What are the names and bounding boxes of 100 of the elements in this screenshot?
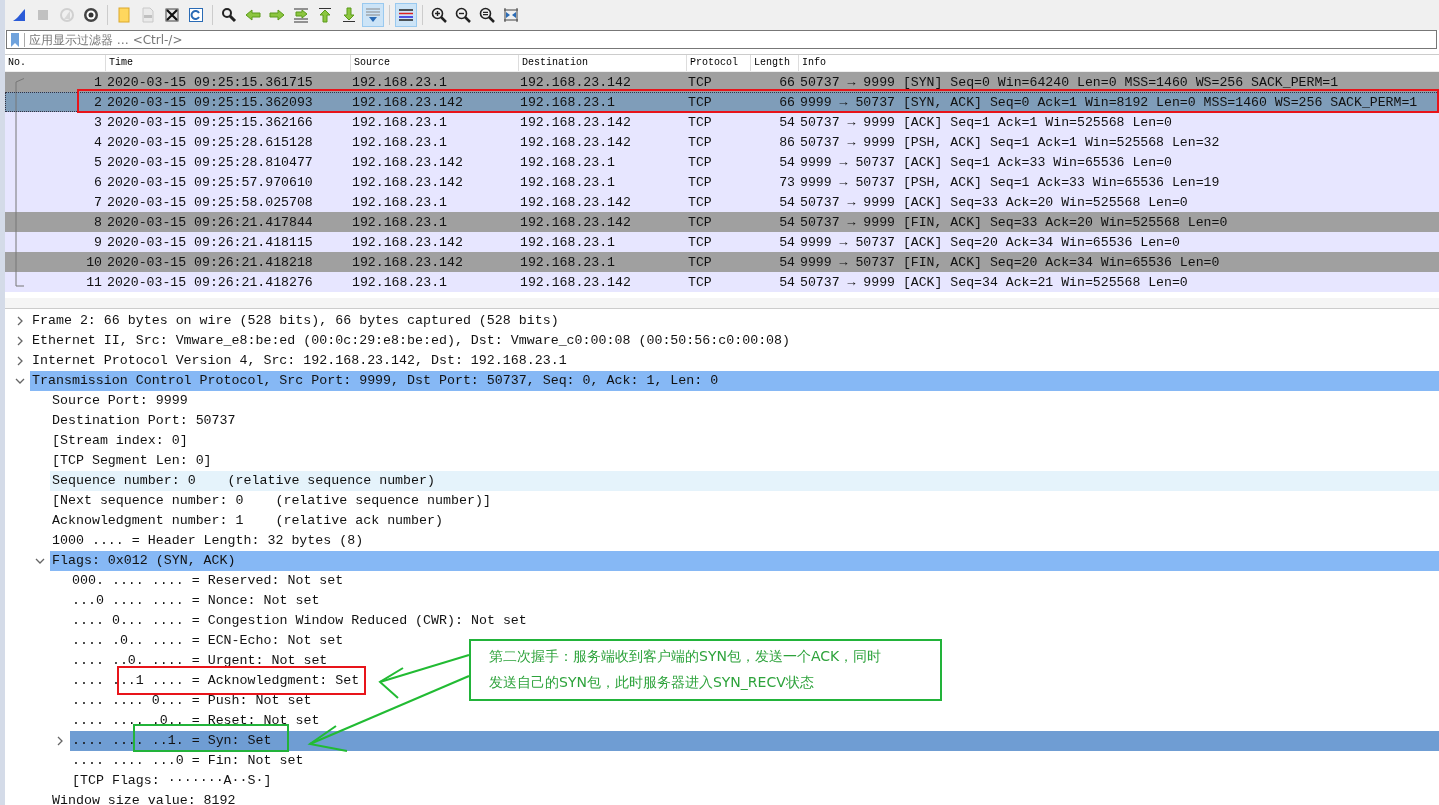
table-cell-text: TCP: [687, 74, 713, 90]
column-header[interactable]: Info: [798, 55, 1439, 71]
colored-lines-icon: [398, 7, 414, 23]
table-cell-text: 192.168.23.142: [519, 134, 632, 150]
column-header[interactable]: Source: [350, 55, 518, 71]
column-header[interactable]: Time: [105, 55, 350, 71]
table-cell-text: TCP: [687, 214, 713, 230]
table-cell-text: 54: [778, 114, 796, 130]
table-cell-text: 192.168.23.142: [351, 254, 464, 270]
table-cell-text: 8: [93, 214, 103, 230]
tree-item[interactable]: Frame 2: 66 bytes on wire (528 bits), 66 bytes captured (528 bits): [30, 311, 559, 331]
file-icon: [140, 7, 156, 23]
tree-item[interactable]: Destination Port: 50737: [50, 411, 236, 431]
chevron-icon[interactable]: [15, 316, 25, 326]
tree-item[interactable]: Transmission Control Protocol, Src Port: 9999, Dst Port: 50737, Seq: 0, Ack: 1, Len: 0: [30, 371, 1439, 391]
table-cell-text: 1: [93, 74, 103, 90]
table-cell-text: 54: [778, 214, 796, 230]
tree-item[interactable]: Window size value: 8192: [50, 791, 236, 805]
up-arrow-icon: [317, 7, 333, 23]
tree-item[interactable]: Internet Protocol Version 4, Src: 192.168.23.142, Dst: 192.168.23.1: [30, 351, 567, 371]
tree-item[interactable]: .... .... ...0 = Fin: Not set: [70, 751, 304, 771]
table-cell-text: 9: [93, 234, 103, 250]
table-cell-text: 192.168.23.142: [519, 74, 632, 90]
table-cell-text: 9999 → 50737 [ACK] Seq=20 Ack=34 Win=65536 Len=0: [799, 234, 1181, 250]
tree-item[interactable]: .... 0... .... = Congestion Window Reduced (CWR): Not set: [70, 611, 527, 631]
table-cell-text: TCP: [687, 274, 713, 290]
table-cell-text: 192.168.23.1: [519, 254, 616, 270]
tree-item[interactable]: .... ..0. .... = Urgent: Not set: [70, 651, 328, 671]
table-cell-text: 11: [85, 274, 103, 290]
tree-item[interactable]: [TCP Segment Len: 0]: [50, 451, 212, 471]
tree-item[interactable]: .... .... 0... = Push: Not set: [70, 691, 312, 711]
packet-row[interactable]: 7 2020-03-15 09:25:58.025708 192.168.23.1 192.168.23.142 TCP 54 50737 → 9999 [ACK] Seq=33 Ack=20 Win=525568 Len=0: [5, 192, 1439, 212]
packet-row[interactable]: 9 2020-03-15 09:26:21.418115 192.168.23.142 192.168.23.1 TCP 54 9999 → 50737 [ACK] Seq=20 Ack=34 Win=65536 Len=0: [5, 232, 1439, 252]
tree-item[interactable]: Acknowledgment number: 1 (relative ack number): [50, 511, 443, 531]
table-cell-text: TCP: [687, 194, 713, 210]
chevron-icon[interactable]: [55, 736, 65, 746]
packet-row[interactable]: 10 2020-03-15 09:26:21.418218 192.168.23.142 192.168.23.1 TCP 54 9999 → 50737 [FIN, ACK] Seq=20 Ack=34 Win=65536 Len=0: [5, 252, 1439, 272]
tree-item[interactable]: [Stream index: 0]: [50, 431, 188, 451]
chevron-icon[interactable]: [15, 376, 25, 386]
left-arrow-icon: [245, 7, 261, 23]
chevron-icon[interactable]: [15, 336, 25, 346]
tree-item[interactable]: .... .... ..1. = Syn: Set: [70, 731, 1439, 751]
table-cell-text: 192.168.23.142: [519, 214, 632, 230]
packet-row[interactable]: 5 2020-03-15 09:25:28.810477 192.168.23.142 192.168.23.1 TCP 54 9999 → 50737 [ACK] Seq=1 Ack=33 Win=65536 Len=0: [5, 152, 1439, 172]
table-cell-text: 192.168.23.142: [519, 194, 632, 210]
table-cell-text: 192.168.23.1: [519, 94, 616, 110]
packet-row[interactable]: 11 2020-03-15 09:26:21.418276 192.168.23.1 192.168.23.142 TCP 54 50737 → 9999 [ACK] Seq=34 Ack=21 Win=525568 Len=0: [5, 272, 1439, 292]
table-cell-text: 2020-03-15 09:25:28.615128: [106, 134, 314, 150]
stop-icon: [35, 7, 51, 23]
table-cell-text: 192.168.23.1: [351, 194, 448, 210]
chevron-icon[interactable]: [35, 556, 45, 566]
chevron-icon[interactable]: [15, 356, 25, 366]
table-cell-text: 6: [93, 174, 103, 190]
table-cell-text: 9999 → 50737 [SYN, ACK] Seq=0 Ack=1 Win=8192 Len=0 MSS=1460 WS=256 SACK_PERM=1: [799, 94, 1419, 110]
close-file-icon: [164, 7, 180, 23]
tree-item[interactable]: Ethernet II, Src: Vmware_e8:be:ed (00:0c:29:e8:be:ed), Dst: Vmware_c0:00:08 (00:50:56:c0:00:08): [30, 331, 791, 351]
tree-item[interactable]: [TCP Flags: ·······A··S·]: [70, 771, 272, 791]
packet-row[interactable]: 3 2020-03-15 09:25:15.362166 192.168.23.1 192.168.23.142 TCP 54 50737 → 9999 [ACK] Seq=1 Ack=1 Win=525568 Len=0: [5, 112, 1439, 132]
packet-row[interactable]: 4 2020-03-15 09:25:28.615128 192.168.23.1 192.168.23.142 TCP 86 50737 → 9999 [PSH, ACK] Seq=1 Ack=1 Win=525568 Len=32: [5, 132, 1439, 152]
packet-row[interactable]: 8 2020-03-15 09:26:21.417844 192.168.23.1 192.168.23.142 TCP 54 50737 → 9999 [FIN, ACK] Seq=33 Ack=20 Win=525568 Len=0: [5, 212, 1439, 232]
tree-item[interactable]: Source Port: 9999: [50, 391, 188, 411]
tree-item[interactable]: .... .... .0.. = Reset: Not set: [70, 711, 320, 731]
table-cell-text: 3: [93, 114, 103, 130]
colored-lines-button[interactable]: [395, 3, 417, 27]
column-header[interactable]: Length: [750, 55, 798, 71]
table-cell-text: 2020-03-15 09:26:21.418276: [106, 274, 314, 290]
tree-item[interactable]: [Next sequence number: 0 (relative sequence number)]: [50, 491, 491, 511]
autoscroll-icon: [365, 7, 381, 23]
table-cell-text: TCP: [687, 174, 713, 190]
table-cell-text: 66: [778, 74, 796, 90]
table-cell-text: 54: [778, 234, 796, 250]
tree-item[interactable]: ...0 .... .... = Nonce: Not set: [70, 591, 320, 611]
column-header[interactable]: No.: [5, 55, 105, 71]
column-header[interactable]: Destination: [518, 55, 686, 71]
table-cell-text: TCP: [687, 154, 713, 170]
folder-icon: [116, 7, 132, 23]
packet-row[interactable]: 6 2020-03-15 09:25:57.970610 192.168.23.142 192.168.23.1 TCP 73 9999 → 50737 [PSH, ACK] Seq=1 Ack=33 Win=65536 Len=19: [5, 172, 1439, 192]
tree-item[interactable]: Sequence number: 0 (relative sequence number): [50, 471, 1439, 491]
display-filter-field[interactable]: 应用显示过滤器 … <Ctrl-/>: [29, 32, 1436, 47]
table-cell-text: 86: [778, 134, 796, 150]
table-cell-text: 192.168.23.142: [351, 174, 464, 190]
autoscroll-button[interactable]: [362, 3, 384, 27]
bookmark-icon[interactable]: [10, 32, 25, 47]
tree-item[interactable]: .... .0.. .... = ECN-Echo: Not set: [70, 631, 344, 651]
table-cell-text: 192.168.23.142: [519, 274, 632, 290]
table-cell-text: TCP: [687, 134, 713, 150]
tree-item[interactable]: 000. .... .... = Reserved: Not set: [70, 571, 344, 591]
table-cell-text: 2020-03-15 09:25:57.970610: [106, 174, 314, 190]
packet-row[interactable]: 2 2020-03-15 09:25:15.362093 192.168.23.142 192.168.23.1 TCP 66 9999 → 50737 [SYN, ACK] Seq=0 Ack=1 Win=8192 Len=0 MSS=1460 WS=256 SACK_PERM=1: [5, 92, 1439, 112]
column-header[interactable]: Protocol: [686, 55, 750, 71]
tree-item[interactable]: 1000 .... = Header Length: 32 bytes (8): [50, 531, 364, 551]
display-filter-bar[interactable]: 应用显示过滤器 … <Ctrl-/>: [6, 30, 1437, 49]
table-cell-text: 54: [778, 254, 796, 270]
table-cell-text: 10: [85, 254, 103, 270]
table-cell-text: 54: [778, 154, 796, 170]
table-cell-text: 192.168.23.1: [351, 114, 448, 130]
packet-row[interactable]: 1 2020-03-15 09:25:15.361715 192.168.23.1 192.168.23.142 TCP 66 50737 → 9999 [SYN] Seq=0 Win=64240 Len=0 MSS=1460 WS=256 SACK_PERM=1: [5, 72, 1439, 92]
reload-icon: [188, 7, 204, 23]
tree-item[interactable]: Flags: 0x012 (SYN, ACK): [50, 551, 1439, 571]
table-cell-text: 66: [778, 94, 796, 110]
